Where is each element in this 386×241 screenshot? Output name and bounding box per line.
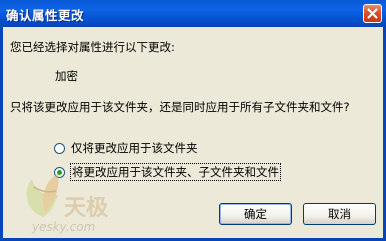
confirm-attribute-change-dialog: 确认属性更改 您已经选择对属性进行以下更改: 加密 只将该更改应用于该文件夹，还… bbox=[0, 0, 386, 241]
radio-folder-only[interactable] bbox=[54, 142, 65, 154]
option-folder-only-label[interactable]: 仅将更改应用于该文件夹 bbox=[71, 140, 198, 156]
title-bar[interactable]: 确认属性更改 bbox=[0, 0, 386, 27]
attribute-change-text: 加密 bbox=[55, 69, 78, 83]
close-button[interactable] bbox=[363, 4, 382, 23]
dialog-body: 您已经选择对属性进行以下更改: 加密 只将该更改应用于该文件夹，还是同时应用于所… bbox=[3, 27, 383, 238]
watermark-brand: 天极 bbox=[64, 196, 109, 221]
watermark-url: yesky.com bbox=[32, 220, 96, 234]
option-folder-subfolders-files-label[interactable]: 将更改应用于该文件夹、子文件夹和文件 bbox=[70, 163, 281, 181]
option-folder-only[interactable]: 仅将更改应用于该文件夹 bbox=[54, 140, 198, 156]
question-text: 只将该更改应用于该文件夹，还是同时应用于所有子文件夹和文件? bbox=[10, 100, 350, 114]
window-title: 确认属性更改 bbox=[6, 8, 85, 23]
cancel-button[interactable]: 取消 bbox=[303, 203, 376, 225]
option-folder-subfolders-files[interactable]: 将更改应用于该文件夹、子文件夹和文件 bbox=[54, 163, 281, 181]
close-icon bbox=[367, 8, 378, 19]
radio-folder-subfolders-files[interactable] bbox=[54, 166, 65, 178]
ok-button[interactable]: 确定 bbox=[219, 203, 292, 225]
intro-text: 您已经选择对属性进行以下更改: bbox=[10, 40, 175, 54]
